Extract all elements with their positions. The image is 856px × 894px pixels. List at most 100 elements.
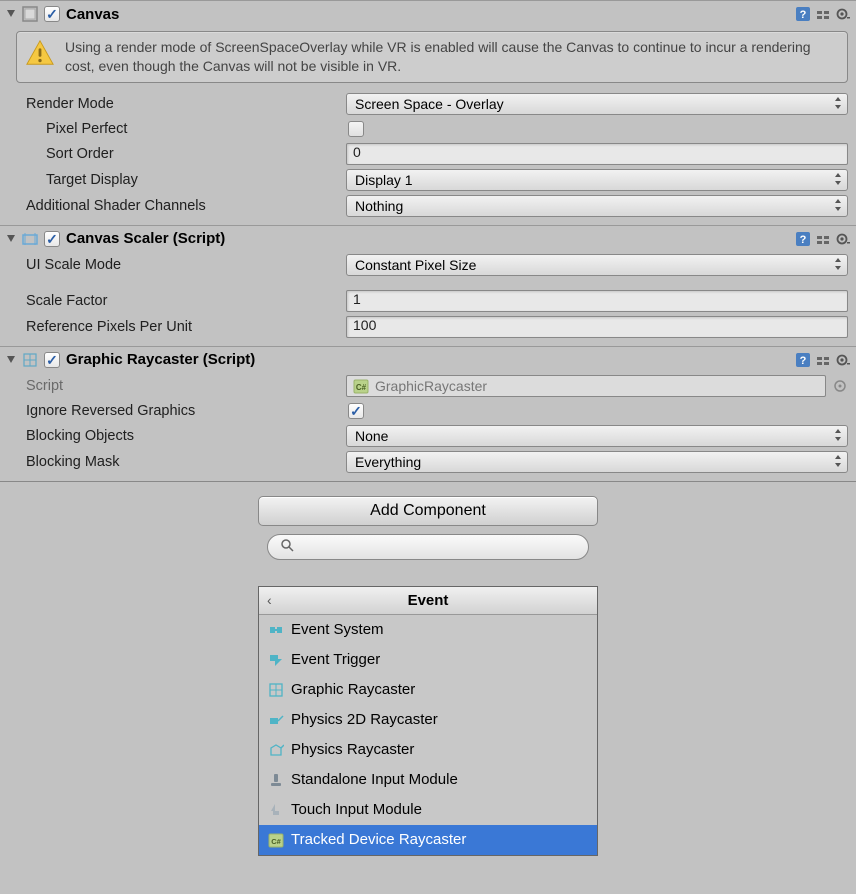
shader-channels-row: Additional Shader Channels Nothing [0, 193, 856, 219]
pixel-perfect-row: Pixel Perfect [0, 117, 856, 141]
render-mode-row: Render Mode Screen Space - Overlay [0, 91, 856, 117]
blocking-objects-dropdown[interactable]: None [346, 425, 848, 447]
object-picker-icon[interactable] [832, 378, 848, 394]
preset-icon[interactable] [814, 5, 832, 23]
target-display-dropdown[interactable]: Display 1 [346, 169, 848, 191]
ignore-reversed-checkbox[interactable]: ✓ [348, 403, 364, 419]
preset-icon[interactable] [814, 230, 832, 248]
target-display-row: Target Display Display 1 [0, 167, 856, 193]
svg-text:C#: C# [356, 383, 367, 392]
chevron-updown-icon [834, 198, 842, 214]
canvas-header: ✓ Canvas ? [0, 1, 856, 27]
add-component-area: Add Component ‹ Event Event System Event… [0, 481, 856, 886]
add-component-button[interactable]: Add Component [258, 496, 598, 526]
foldout-icon[interactable] [4, 353, 18, 367]
menu-item-label: Tracked Device Raycaster [291, 831, 466, 848]
blocking-mask-row: Blocking Mask Everything [0, 449, 856, 475]
script-row: Script C# GraphicRaycaster [0, 373, 856, 399]
target-display-label: Target Display [46, 172, 346, 188]
scaler-title: Canvas Scaler (Script) [64, 230, 794, 247]
canvas-scaler-component: ✓ Canvas Scaler (Script) ? UI Scale Mode… [0, 225, 856, 346]
sort-order-row: Sort Order 0 [0, 141, 856, 167]
ref-pixels-label: Reference Pixels Per Unit [26, 319, 346, 335]
blocking-objects-label: Blocking Objects [26, 428, 346, 444]
render-mode-value: Screen Space - Overlay [355, 96, 504, 112]
menu-item-physics-raycaster[interactable]: Physics Raycaster [259, 735, 597, 765]
menu-item-physics2d-raycaster[interactable]: Physics 2D Raycaster [259, 705, 597, 735]
ui-scale-mode-dropdown[interactable]: Constant Pixel Size [346, 254, 848, 276]
help-icon[interactable]: ? [794, 230, 812, 248]
scale-factor-input[interactable]: 1 [346, 290, 848, 312]
menu-item-event-system[interactable]: Event System [259, 615, 597, 645]
preset-icon[interactable] [814, 351, 832, 369]
blocking-objects-value: None [355, 428, 388, 444]
canvas-enabled-checkbox[interactable]: ✓ [44, 6, 60, 22]
render-mode-label: Render Mode [26, 96, 346, 112]
chevron-updown-icon [834, 454, 842, 470]
shader-channels-dropdown[interactable]: Nothing [346, 195, 848, 217]
help-icon[interactable]: ? [794, 351, 812, 369]
event-system-icon [267, 621, 285, 639]
menu-back-icon[interactable]: ‹ [267, 592, 272, 608]
raycaster-enabled-checkbox[interactable]: ✓ [44, 352, 60, 368]
ref-pixels-input[interactable]: 100 [346, 316, 848, 338]
shader-channels-label: Additional Shader Channels [26, 198, 346, 214]
menu-item-label: Graphic Raycaster [291, 681, 415, 698]
svg-text:?: ? [800, 234, 807, 246]
gear-icon[interactable] [834, 351, 852, 369]
blocking-mask-value: Everything [355, 454, 421, 470]
menu-item-standalone-input[interactable]: Standalone Input Module [259, 765, 597, 795]
scaler-enabled-checkbox[interactable]: ✓ [44, 231, 60, 247]
svg-text:C#: C# [271, 837, 281, 846]
scale-factor-row: Scale Factor 1 [0, 288, 856, 314]
pixel-perfect-label: Pixel Perfect [46, 121, 346, 137]
csharp-icon: C# [353, 378, 369, 394]
menu-item-graphic-raycaster[interactable]: Graphic Raycaster [259, 675, 597, 705]
blocking-mask-dropdown[interactable]: Everything [346, 451, 848, 473]
standalone-input-icon [267, 771, 285, 789]
component-search-input[interactable] [302, 538, 576, 556]
component-menu-title: Event [267, 592, 589, 609]
menu-item-tracked-device-raycaster[interactable]: C# Tracked Device Raycaster [259, 825, 597, 855]
ref-pixels-row: Reference Pixels Per Unit 100 [0, 314, 856, 340]
canvas-title: Canvas [64, 6, 794, 23]
menu-item-label: Event System [291, 621, 384, 638]
svg-text:?: ? [800, 355, 807, 367]
menu-item-touch-input[interactable]: Touch Input Module [259, 795, 597, 825]
render-mode-dropdown[interactable]: Screen Space - Overlay [346, 93, 848, 115]
chevron-updown-icon [834, 428, 842, 444]
vr-warning-box: Using a render mode of ScreenSpaceOverla… [16, 31, 848, 83]
sort-order-input[interactable]: 0 [346, 143, 848, 165]
search-icon [280, 538, 294, 555]
svg-text:?: ? [800, 9, 807, 21]
scale-factor-label: Scale Factor [26, 293, 346, 309]
foldout-icon[interactable] [4, 232, 18, 246]
csharp-script-icon: C# [267, 831, 285, 849]
canvas-component: ✓ Canvas ? Using a render mode of Screen… [0, 0, 856, 225]
menu-item-label: Event Trigger [291, 651, 380, 668]
menu-item-label: Touch Input Module [291, 801, 422, 818]
gear-icon[interactable] [834, 5, 852, 23]
script-object-field: C# GraphicRaycaster [346, 375, 826, 397]
shader-channels-value: Nothing [355, 198, 403, 214]
physics-raycaster-icon [267, 741, 285, 759]
sort-order-label: Sort Order [46, 146, 346, 162]
foldout-icon[interactable] [4, 7, 18, 21]
touch-input-icon [267, 801, 285, 819]
component-search[interactable] [267, 534, 589, 560]
scaler-header: ✓ Canvas Scaler (Script) ? [0, 226, 856, 252]
help-icon[interactable]: ? [794, 5, 812, 23]
raycaster-header: ✓ Graphic Raycaster (Script) ? [0, 347, 856, 373]
pixel-perfect-checkbox[interactable] [348, 121, 364, 137]
menu-item-label: Physics 2D Raycaster [291, 711, 438, 728]
menu-item-event-trigger[interactable]: Event Trigger [259, 645, 597, 675]
vr-warning-text: Using a render mode of ScreenSpaceOverla… [65, 38, 839, 76]
graphic-raycaster-component: ✓ Graphic Raycaster (Script) ? Script C#… [0, 346, 856, 481]
physics2d-raycaster-icon [267, 711, 285, 729]
script-value: GraphicRaycaster [375, 378, 487, 394]
gear-icon[interactable] [834, 230, 852, 248]
chevron-updown-icon [834, 257, 842, 273]
ignore-reversed-row: Ignore Reversed Graphics ✓ [0, 399, 856, 423]
raycaster-title: Graphic Raycaster (Script) [64, 351, 794, 368]
blocking-objects-row: Blocking Objects None [0, 423, 856, 449]
